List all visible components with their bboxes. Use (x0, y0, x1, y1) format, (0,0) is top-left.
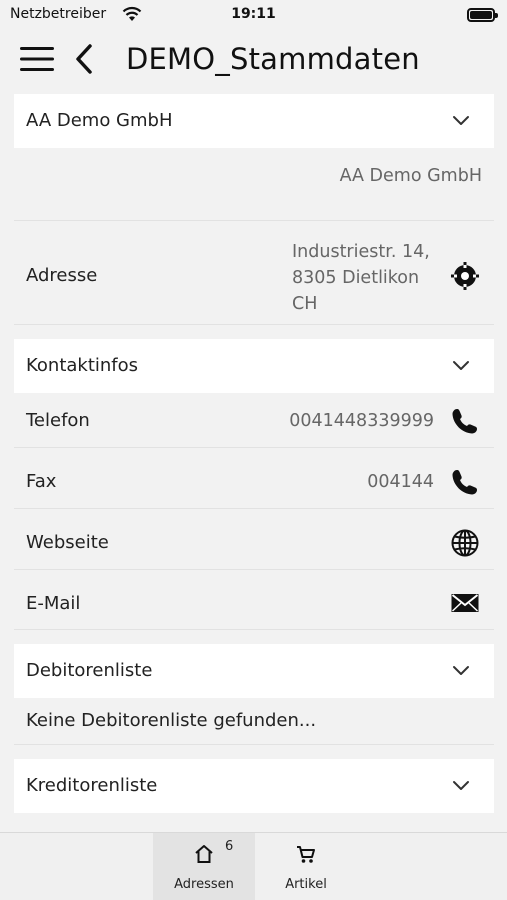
kreditor-section-header[interactable]: Kreditorenliste (14, 759, 494, 813)
phone-row: Telefon 0041448339999 (14, 393, 494, 448)
fax-label: Fax (26, 471, 57, 492)
phone-icon[interactable] (450, 406, 480, 436)
address-line2: 8305 Dietlikon (292, 268, 420, 288)
company-section-title: AA Demo GmbH (26, 110, 173, 131)
debitor-section-header[interactable]: Debitorenliste (14, 644, 494, 698)
address-row: Adresse Industriestr. 14, 8305 Dietlikon… (14, 221, 494, 325)
website-label: Webseite (26, 532, 109, 553)
company-name-value: AA Demo GmbH (339, 166, 482, 186)
back-chevron-icon[interactable] (72, 43, 96, 75)
chevron-down-icon (453, 781, 469, 790)
company-name-row: AA Demo GmbH (14, 148, 494, 221)
fax-value: 004144 (367, 472, 434, 492)
company-section-header[interactable]: AA Demo GmbH (14, 94, 494, 148)
debitor-section-title: Debitorenliste (26, 660, 153, 681)
phone-label: Telefon (26, 410, 90, 431)
address-value: Industriestr. 14, 8305 Dietlikon CH (292, 239, 430, 317)
phone-value: 0041448339999 (289, 411, 434, 431)
email-label: E-Mail (26, 593, 81, 614)
status-time: 19:11 (231, 6, 276, 22)
globe-icon[interactable] (450, 528, 480, 558)
location-target-icon[interactable] (450, 261, 480, 291)
battery-icon (467, 8, 498, 22)
cart-icon (297, 846, 315, 863)
kreditor-section-title: Kreditorenliste (26, 775, 158, 796)
tab-bar: 6 Adressen Artikel (0, 832, 507, 900)
fax-row: Fax 004144 (14, 448, 494, 509)
phone-icon[interactable] (450, 467, 480, 497)
nav-bar: DEMO_Stammdaten (0, 34, 507, 86)
contact-section-title: Kontaktinfos (26, 355, 139, 376)
hamburger-menu-icon[interactable] (20, 46, 54, 72)
address-label: Adresse (26, 265, 98, 286)
home-icon (195, 845, 213, 863)
tab-label: Artikel (285, 877, 327, 892)
chevron-down-icon (453, 361, 469, 370)
chevron-down-icon (453, 666, 469, 675)
tab-artikel[interactable]: Artikel (255, 833, 357, 900)
address-line1: Industriestr. 14, (292, 242, 430, 262)
tab-adressen[interactable]: 6 Adressen (153, 833, 255, 900)
debitor-empty-row: Keine Debitorenliste gefunden... (14, 698, 494, 745)
website-row: Webseite (14, 509, 494, 570)
email-row: E-Mail (14, 570, 494, 630)
tab-label: Adressen (174, 877, 234, 892)
page-title: DEMO_Stammdaten (126, 42, 420, 76)
envelope-icon[interactable] (450, 588, 480, 618)
debitor-empty-text: Keine Debitorenliste gefunden... (26, 710, 317, 731)
contact-section-header[interactable]: Kontaktinfos (14, 339, 494, 393)
address-line3: CH (292, 294, 318, 314)
status-bar: Netzbetreiber 19:11 (0, 0, 507, 30)
tab-badge: 6 (225, 839, 234, 854)
chevron-down-icon (453, 116, 469, 125)
